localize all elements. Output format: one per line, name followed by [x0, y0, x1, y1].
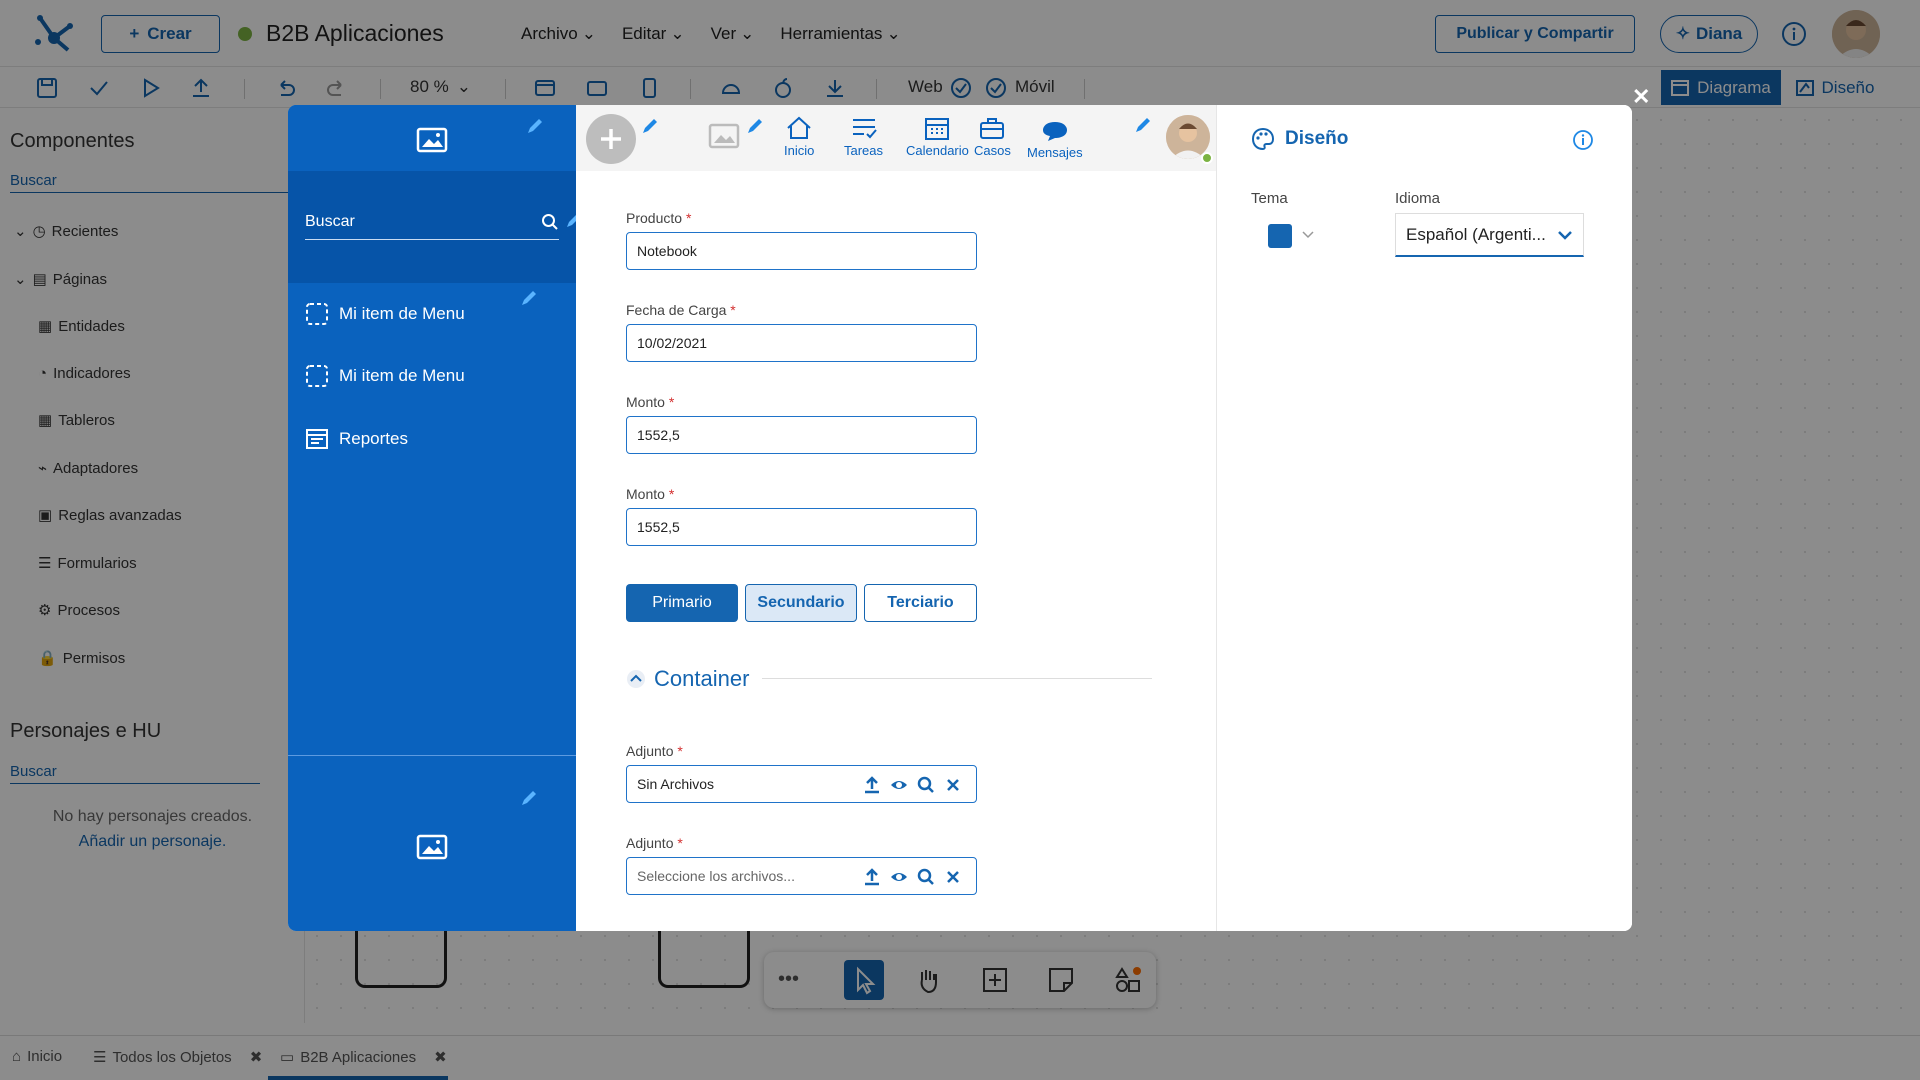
- field-label-fecha: Fecha de Carga *: [626, 302, 736, 318]
- add-button[interactable]: [586, 114, 636, 164]
- chevron-down-icon[interactable]: [1301, 229, 1315, 241]
- app-main: Inicio Tareas Calendario Casos Mensajes: [576, 105, 1216, 931]
- nav-inicio[interactable]: Inicio: [784, 115, 814, 158]
- search-icon[interactable]: [541, 213, 559, 231]
- sidebar-logo-area: [288, 105, 576, 171]
- adjunto-input[interactable]: Sin Archivos: [626, 765, 977, 803]
- home-icon: [785, 115, 813, 141]
- field-label-producto: Producto *: [626, 210, 692, 226]
- app-sidebar: Buscar Mi item de Menu Mi item de Menu R…: [288, 105, 581, 931]
- pencil-icon[interactable]: [520, 289, 538, 307]
- chevron-up-icon[interactable]: [626, 669, 646, 689]
- tertiary-button[interactable]: Terciario: [864, 584, 977, 622]
- tasks-icon: [850, 115, 878, 141]
- adjunto-input-2[interactable]: Seleccione los archivos...: [626, 857, 977, 895]
- monto-input-2[interactable]: 1552,5: [626, 508, 977, 546]
- producto-input[interactable]: Notebook: [626, 232, 977, 270]
- field-label-monto-2: Monto *: [626, 486, 675, 502]
- nav-mensajes[interactable]: Mensajes: [1027, 119, 1083, 160]
- field-label-monto: Monto *: [626, 394, 675, 410]
- eye-icon[interactable]: [890, 776, 908, 794]
- app-header: Inicio Tareas Calendario Casos Mensajes: [576, 105, 1216, 171]
- attachment-actions: [863, 776, 962, 794]
- primary-button[interactable]: Primario: [626, 584, 738, 622]
- search-icon[interactable]: [917, 776, 935, 794]
- nav-tareas[interactable]: Tareas: [844, 115, 883, 158]
- field-label-adjunto-2: Adjunto *: [626, 835, 683, 851]
- pencil-icon[interactable]: [1134, 116, 1152, 134]
- language-select[interactable]: Español (Argenti...: [1395, 213, 1584, 257]
- image-placeholder-icon[interactable]: [708, 123, 740, 149]
- palette-icon: [1251, 127, 1275, 151]
- info-icon[interactable]: [1572, 129, 1594, 151]
- dashed-box-icon: [305, 364, 329, 388]
- close-icon[interactable]: ✕: [1632, 84, 1650, 110]
- sidebar-menu-item[interactable]: Mi item de Menu: [305, 364, 465, 388]
- chat-icon: [1041, 119, 1069, 143]
- design-panel: Diseño Tema Idioma Español (Argenti...: [1216, 105, 1632, 931]
- dashed-box-icon: [305, 302, 329, 326]
- nav-casos[interactable]: Casos: [974, 115, 1011, 158]
- monto-input[interactable]: 1552,5: [626, 416, 977, 454]
- sidebar-divider: [288, 755, 576, 756]
- tema-label: Tema: [1251, 190, 1288, 207]
- image-placeholder-icon[interactable]: [416, 834, 448, 860]
- chevron-down-icon: [1557, 229, 1573, 241]
- preview-modal: Buscar Mi item de Menu Mi item de Menu R…: [288, 105, 1632, 931]
- idioma-label: Idioma: [1395, 190, 1441, 207]
- sidebar-search-input[interactable]: Buscar: [305, 213, 559, 240]
- theme-color-swatch[interactable]: [1268, 224, 1292, 248]
- upload-icon[interactable]: [863, 776, 881, 794]
- pencil-icon[interactable]: [520, 789, 538, 807]
- sidebar-menu-item[interactable]: Mi item de Menu: [305, 302, 465, 326]
- image-placeholder-icon[interactable]: [416, 127, 448, 153]
- container-header[interactable]: Container: [626, 666, 749, 692]
- close-icon[interactable]: [944, 868, 962, 886]
- pencil-icon[interactable]: [641, 117, 659, 135]
- sidebar-menu-reportes[interactable]: Reportes: [305, 427, 408, 451]
- online-status-dot: [1201, 152, 1213, 164]
- calendar-icon: [923, 115, 951, 141]
- upload-icon[interactable]: [863, 868, 881, 886]
- pencil-icon[interactable]: [526, 117, 544, 135]
- field-label-adjunto: Adjunto *: [626, 743, 683, 759]
- report-icon: [305, 427, 329, 451]
- design-title: Diseño: [1251, 127, 1348, 151]
- screen: + Crear B2B Aplicaciones Archivo ⌄ Editar…: [0, 0, 1920, 1080]
- fecha-input[interactable]: 10/02/2021: [626, 324, 977, 362]
- container-divider: [762, 678, 1152, 679]
- briefcase-icon: [978, 115, 1006, 141]
- pencil-icon[interactable]: [746, 117, 764, 135]
- attachment-actions: [863, 868, 962, 886]
- close-icon[interactable]: [944, 776, 962, 794]
- nav-calendario[interactable]: Calendario: [906, 115, 969, 158]
- secondary-button[interactable]: Secundario: [745, 584, 857, 622]
- search-icon[interactable]: [917, 868, 935, 886]
- eye-icon[interactable]: [890, 868, 908, 886]
